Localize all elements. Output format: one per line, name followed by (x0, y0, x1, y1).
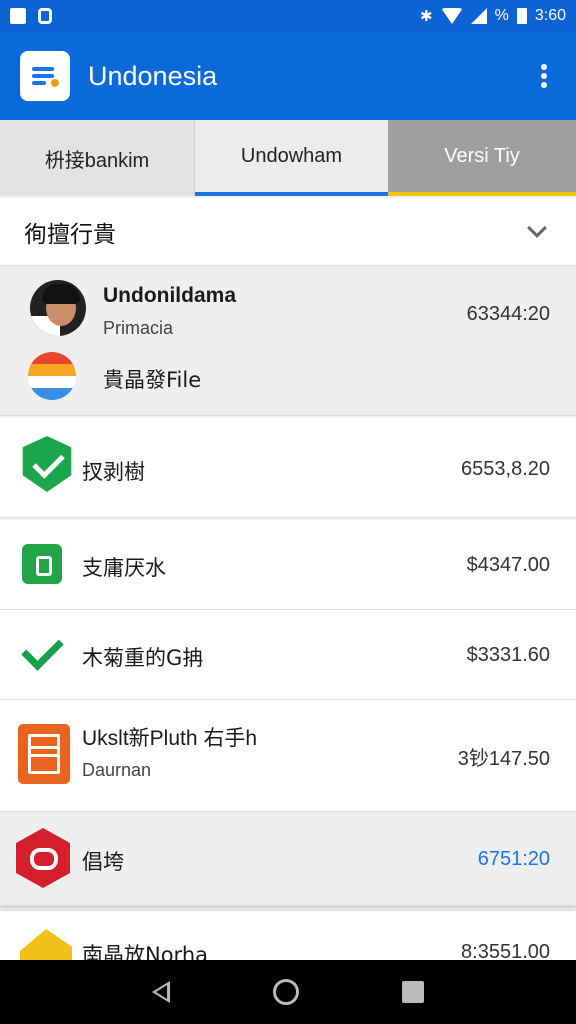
list-item-title: 木菊重的G抩 (82, 646, 204, 670)
list-item[interactable]: 倡垮 6751:20 (0, 812, 576, 906)
list-item[interactable]: 南晶放Norha 8:3551.00 (0, 910, 576, 960)
list-item-title: 貴晶發File (103, 368, 202, 392)
list-item-subtitle: Daurnan (82, 760, 152, 780)
transaction-list: 徇擅行貴 Undonildama Primacia 63344:20 貴晶發Fi… (0, 198, 576, 960)
list-item-title: Undonildama (103, 284, 237, 307)
recents-icon[interactable] (402, 981, 425, 1003)
battery-percent-label: % (494, 7, 509, 24)
list-item-title: Ukslt新Pluth 右手h (82, 727, 258, 750)
tab-bar: 枡接bankim Undowham Versi Tiy (0, 120, 576, 196)
chevron-down-icon[interactable] (527, 217, 547, 238)
list-item-amount: 6751:20 (477, 848, 550, 870)
list-item-amount: 3钞147.50 (457, 748, 550, 770)
list-item-subtitle: Primacia (103, 318, 174, 338)
tab-versi-tiy[interactable]: Versi Tiy (388, 120, 576, 196)
list-item-amount: 8:3551.00 (461, 941, 550, 960)
list-item-title: 扠剥樹 (82, 460, 145, 484)
list-item-title: 倡垮 (82, 850, 124, 874)
bluetooth-icon: ✱ (420, 8, 433, 25)
list-item[interactable]: Ukslt新Pluth 右手h Daurnan 3钞147.50 (0, 700, 576, 812)
green-check-icon (18, 644, 62, 674)
battery-icon (516, 8, 527, 24)
notification-icon (38, 8, 52, 24)
list-item-title: 支庸厌水 (82, 556, 166, 580)
more-vert-icon[interactable] (532, 61, 556, 91)
list-item-amount: 63344:20 (466, 303, 550, 325)
yellow-tag-icon (20, 929, 72, 960)
list-item-amount: $3331.60 (466, 644, 550, 666)
home-icon[interactable] (272, 979, 299, 1005)
list-item-title: 南晶放Norha (82, 943, 208, 960)
document-logo-icon (20, 51, 70, 101)
navigation-bar (0, 960, 576, 1024)
list-item[interactable]: Undonildama Primacia 63344:20 貴晶發File (0, 266, 576, 416)
app-bar: Undonesia (0, 32, 576, 120)
red-hexagon-icon (16, 828, 70, 888)
signal-icon (470, 8, 487, 24)
list-header-title: 徇擅行貴 (24, 221, 116, 248)
striped-circle-icon (28, 352, 76, 400)
list-item[interactable]: 扠剥樹 6553,8.20 (0, 418, 576, 518)
green-app-icon (22, 544, 62, 584)
list-item-amount: $4347.00 (466, 554, 550, 576)
status-time: 3:60 (534, 7, 566, 24)
list-item-amount: 6553,8.20 (461, 458, 550, 480)
tab-undowham[interactable]: Undowham (195, 120, 388, 196)
tab-bankim[interactable]: 枡接bankim (0, 120, 195, 196)
wifi-icon (440, 8, 463, 24)
avatar (30, 280, 86, 336)
app-title: Undonesia (88, 60, 218, 91)
list-item[interactable]: 木菊重的G抩 $3331.60 (0, 610, 576, 700)
green-shield-check-icon (22, 436, 72, 492)
list-header[interactable]: 徇擅行貴 (0, 198, 576, 266)
orange-document-icon (18, 724, 70, 784)
image-icon (10, 8, 26, 24)
back-icon[interactable] (151, 981, 170, 1003)
list-item[interactable]: 支庸厌水 $4347.00 (0, 520, 576, 610)
status-bar: ✱ % 3:60 (0, 0, 576, 32)
